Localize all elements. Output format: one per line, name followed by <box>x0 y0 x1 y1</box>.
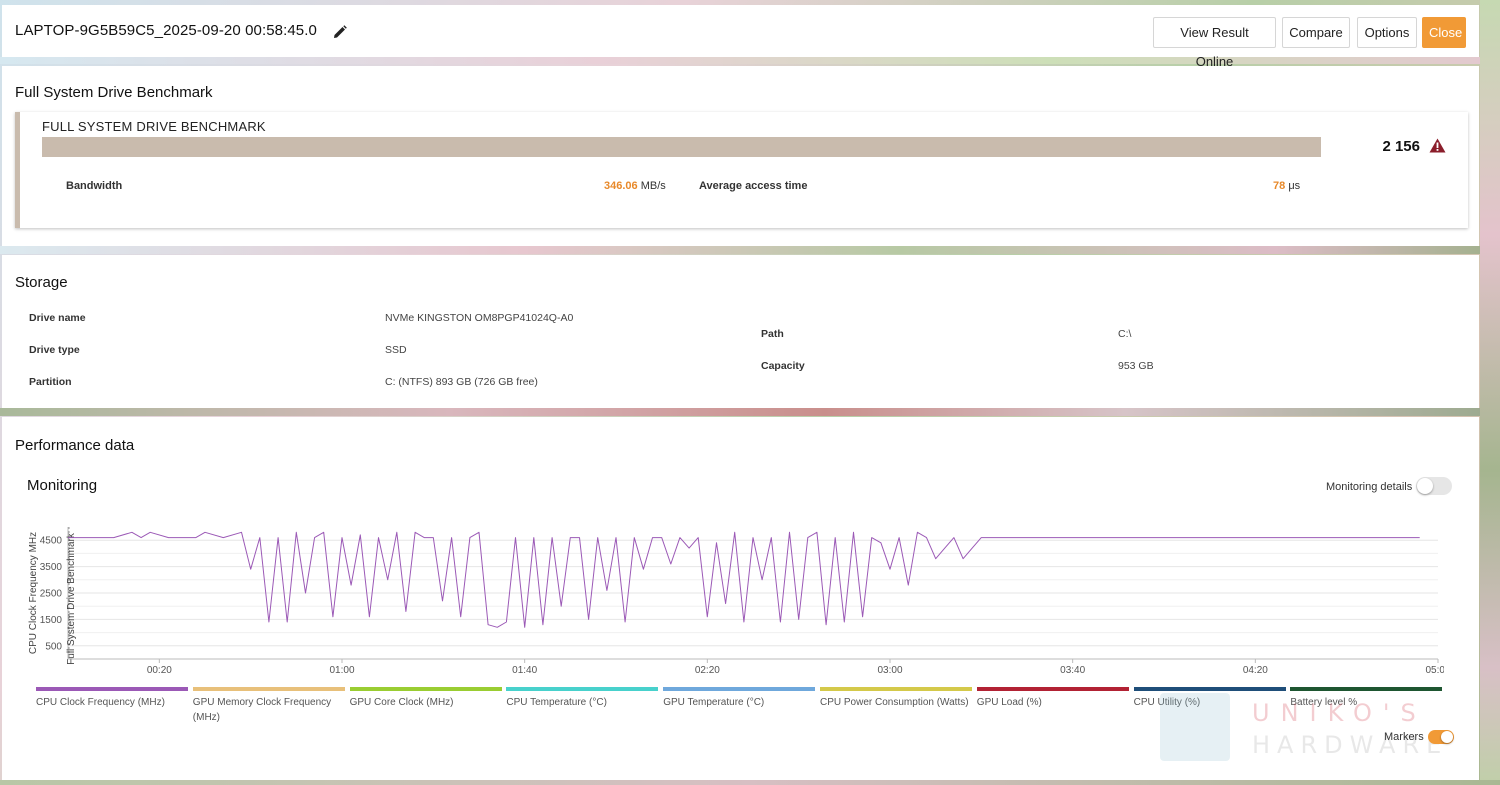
benchmark-card: FULL SYSTEM DRIVE BENCHMARK 2 156 Bandwi… <box>15 112 1468 228</box>
benchmark-card-title: FULL SYSTEM DRIVE BENCHMARK <box>42 119 266 134</box>
legend-item[interactable]: GPU Temperature (°C) <box>663 687 817 710</box>
y-tick-label: 1500 <box>40 615 63 626</box>
legend-swatch <box>192 687 345 691</box>
access-time-label: Average access time <box>699 180 808 192</box>
watermark-logo <box>1160 693 1230 761</box>
x-tick-label: 00:20 <box>147 665 172 676</box>
monitoring-title: Monitoring <box>27 477 98 494</box>
path-value: C:\ <box>1118 328 1132 340</box>
partition-label: Partition <box>29 376 72 388</box>
options-button[interactable]: Options <box>1357 17 1417 48</box>
legend-item[interactable]: GPU Load (%) <box>976 687 1131 710</box>
toggle-knob <box>1417 478 1433 494</box>
legend-swatch <box>663 687 816 691</box>
background-edge <box>0 780 1500 785</box>
legend-swatch <box>36 687 188 691</box>
legend-label: CPU Power Consumption (Watts) <box>820 697 969 708</box>
compare-button[interactable]: Compare <box>1282 17 1350 48</box>
drive-type-label: Drive type <box>29 344 80 356</box>
legend-label: GPU Load (%) <box>976 697 1042 708</box>
access-time-number: 78 <box>1273 180 1286 192</box>
drive-name-label: Drive name <box>29 312 86 324</box>
performance-section: Performance data Monitoring Monitoring d… <box>2 417 1479 780</box>
legend-swatch <box>820 687 972 691</box>
benchmark-section: Full System Drive Benchmark FULL SYSTEM … <box>2 66 1479 246</box>
legend-swatch <box>1133 687 1286 691</box>
bandwidth-value: 346.06 MB/s <box>604 180 666 192</box>
access-time-value: 78 μs <box>1273 180 1300 192</box>
y-tick-label: 500 <box>45 641 62 652</box>
drive-name-value: NVMe KINGSTON OM8PGP41024Q-A0 <box>385 312 574 324</box>
legend-label: GPU Core Clock (MHz) <box>349 697 454 708</box>
x-tick-label: 02:20 <box>695 665 720 676</box>
background-strip <box>0 57 1500 64</box>
legend-label: GPU Temperature (°C) <box>663 697 765 708</box>
background-edge <box>1480 0 1500 785</box>
benchmark-score-bar <box>42 137 1321 157</box>
benchmark-marker-label: Full System Drive Benchmark <box>66 532 77 665</box>
pencil-icon[interactable] <box>333 25 347 39</box>
legend-label: CPU Temperature (°C) <box>506 697 607 708</box>
y-tick-label: 2500 <box>40 589 63 600</box>
performance-section-title: Performance data <box>15 437 135 454</box>
capacity-label: Capacity <box>761 360 805 372</box>
benchmark-score: 2 156 <box>1382 138 1420 155</box>
watermark: UNIKO'S HARDWARE <box>1160 693 1450 765</box>
x-tick-label: 03:40 <box>1060 665 1085 676</box>
monitoring-details-toggle[interactable] <box>1416 477 1452 495</box>
y-axis-label: CPU Clock Frequency MHz <box>28 532 39 654</box>
monitoring-chart: 500 1500 2500 3500 4500 00:20 01:00 01:40 02:20 0… <box>28 527 1444 676</box>
x-tick-label: 01:40 <box>512 665 537 676</box>
path-label: Path <box>761 328 784 340</box>
benchmark-section-title: Full System Drive Benchmark <box>15 84 213 101</box>
legend-label: CPU Clock Frequency (MHz) <box>36 697 165 708</box>
legend-item[interactable]: GPU Memory Clock Frequency (MHz) <box>192 687 347 725</box>
result-header: LAPTOP-9G5B59C5_2025-09-20 00:58:45.0 Vi… <box>2 5 1479 69</box>
legend-swatch <box>976 687 1129 691</box>
storage-section: Storage Drive name NVMe KINGSTON OM8PGP4… <box>2 255 1479 408</box>
x-tick-label: 04:20 <box>1243 665 1268 676</box>
legend-swatch <box>506 687 659 691</box>
background-strip <box>0 408 1500 416</box>
y-tick-label: 4500 <box>40 536 63 547</box>
x-tick-label: 03:00 <box>877 665 902 676</box>
access-time-unit: μs <box>1288 180 1301 192</box>
legend-label: GPU Memory Clock Frequency (MHz) <box>192 697 332 723</box>
view-result-online-button[interactable]: View Result Online <box>1153 17 1276 69</box>
result-title: LAPTOP-9G5B59C5_2025-09-20 00:58:45.0 <box>15 22 317 39</box>
markers-toggle[interactable] <box>1428 730 1454 744</box>
close-button[interactable]: Close <box>1422 17 1466 48</box>
bandwidth-number: 346.06 <box>604 180 638 192</box>
bandwidth-label: Bandwidth <box>66 180 123 192</box>
background-strip <box>0 246 1500 254</box>
legend-swatch <box>349 687 502 691</box>
capacity-value: 953 GB <box>1118 360 1154 372</box>
x-tick-label: 05:00 <box>1425 665 1444 676</box>
bandwidth-unit: MB/s <box>640 180 666 192</box>
legend-item[interactable]: CPU Power Consumption (Watts) <box>820 687 974 710</box>
x-tick-label: 01:00 <box>329 665 354 676</box>
legend-item[interactable]: GPU Core Clock (MHz) <box>349 687 504 710</box>
y-tick-label: 3500 <box>40 562 63 573</box>
markers-label: Markers <box>1384 731 1424 743</box>
monitoring-details-label: Monitoring details <box>1326 481 1413 493</box>
drive-type-value: SSD <box>385 344 407 356</box>
legend-item[interactable]: CPU Clock Frequency (MHz) <box>36 687 190 710</box>
legend-swatch <box>1290 687 1443 691</box>
toggle-knob <box>1441 731 1453 743</box>
warning-icon[interactable] <box>1429 138 1446 153</box>
watermark-line1: UNIKO'S <box>1252 699 1427 727</box>
partition-value: C: (NTFS) 893 GB (726 GB free) <box>385 376 538 388</box>
storage-section-title: Storage <box>15 274 68 291</box>
legend-item[interactable]: CPU Temperature (°C) <box>506 687 660 710</box>
